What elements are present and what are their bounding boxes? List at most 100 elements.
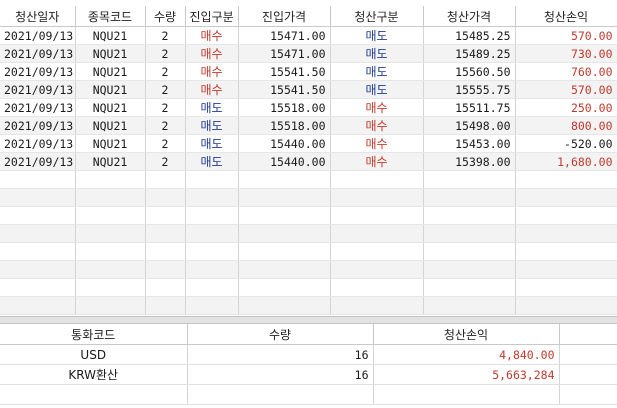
empty-cell [515,224,617,243]
cell-exit-price: 15398.00 [423,152,516,171]
cell-exit-side: 매수 [330,98,424,117]
header-summary-qty[interactable]: 수량 [187,324,374,345]
table-row[interactable] [0,260,617,279]
cell-exit-side: 매도 [330,80,424,99]
header-entry-price[interactable]: 진입가격 [238,6,331,27]
empty-cell [330,206,424,225]
summary-grid: 통화코드 수량 청산손익 USD 16 4,840.00 KRW환산 16 5,663,2… [0,324,617,405]
table-row[interactable]: 2021/09/13 NQU21 2 매도 15440.00 매수 15453.00 -520… [0,134,617,153]
cell-date: 2021/09/13 [0,62,76,81]
trades-grid: 청산일자 종목코드 수량 진입구분 진입가격 청산구분 청산가격 청산손익 20… [0,6,617,315]
empty-cell [75,278,146,297]
summary-cell-pnl: 4,840.00 [373,344,560,365]
cell-exit-price: 15489.25 [423,44,516,63]
empty-cell [145,260,186,279]
header-entry-side[interactable]: 진입구분 [185,6,239,27]
cell-entry-side: 매도 [185,116,239,135]
empty-cell [423,188,516,207]
cell-exit-side: 매수 [330,134,424,153]
cell-qty: 2 [145,98,186,117]
empty-cell [75,260,146,279]
header-symbol[interactable]: 종목코드 [75,6,146,27]
header-qty[interactable]: 수량 [145,6,186,27]
empty-cell [238,206,331,225]
splitter-bar[interactable] [0,316,617,324]
empty-cell [515,188,617,207]
empty-cell [185,242,239,261]
empty-cell [185,296,239,315]
cell-code: NQU21 [75,134,146,153]
table-row[interactable] [0,296,617,315]
empty-cell [559,384,617,405]
empty-cell [0,170,76,189]
cell-date: 2021/09/13 [0,134,76,153]
cell-entry-side: 매도 [185,152,239,171]
cell-exit-price: 15498.00 [423,116,516,135]
summary-cell-pnl: 5,663,284 [373,364,560,385]
summary-cell-currency: USD [0,344,188,365]
table-row[interactable] [0,170,617,189]
table-row[interactable] [0,278,617,297]
trades-body: 2021/09/13 NQU21 2 매수 15471.00 매도 15485.25 570.… [0,26,617,315]
cell-code: NQU21 [75,80,146,99]
table-row[interactable]: 2021/09/13 NQU21 2 매도 15440.00 매수 15398.00 1,68… [0,152,617,171]
empty-cell [185,206,239,225]
cell-code: NQU21 [75,116,146,135]
empty-cell [185,260,239,279]
empty-cell [423,296,516,315]
table-row[interactable]: 2021/09/13 NQU21 2 매수 15541.50 매도 15555.75 570.… [0,80,617,99]
cell-exit-side: 매도 [330,44,424,63]
table-row[interactable] [0,188,617,207]
cell-date: 2021/09/13 [0,98,76,117]
cell-entry-price: 15440.00 [238,152,331,171]
cell-exit-side: 매도 [330,26,424,45]
cell-entry-side: 매수 [185,62,239,81]
header-pnl[interactable]: 청산손익 [515,6,617,27]
header-close-date[interactable]: 청산일자 [0,6,76,27]
empty-cell [330,188,424,207]
header-filler [559,324,617,345]
empty-cell [515,242,617,261]
table-row[interactable]: 2021/09/13 NQU21 2 매도 15518.00 매수 15498.00 800.… [0,116,617,135]
header-exit-price[interactable]: 청산가격 [423,6,516,27]
table-row[interactable]: 2021/09/13 NQU21 2 매수 15541.50 매도 15560.50 760.… [0,62,617,81]
empty-cell [75,170,146,189]
empty-cell [145,296,186,315]
empty-cell [515,278,617,297]
table-row[interactable]: 2021/09/13 NQU21 2 매수 15471.00 매도 15485.25 570.… [0,26,617,45]
cell-date: 2021/09/13 [0,152,76,171]
cell-exit-price: 15560.50 [423,62,516,81]
cell-pnl: 570.00 [515,26,617,45]
table-row[interactable] [0,242,617,261]
empty-cell [145,206,186,225]
table-row[interactable]: 2021/09/13 NQU21 2 매수 15471.00 매도 15489.25 730.… [0,44,617,63]
table-row[interactable] [0,224,617,243]
empty-cell [145,224,186,243]
cell-exit-price: 15485.25 [423,26,516,45]
cell-code: NQU21 [75,98,146,117]
cell-pnl: 730.00 [515,44,617,63]
summary-row[interactable]: KRW환산 16 5,663,284 [0,364,617,385]
cell-code: NQU21 [75,152,146,171]
empty-cell [423,242,516,261]
cell-qty: 2 [145,26,186,45]
empty-cell [238,188,331,207]
summary-row[interactable] [0,384,617,405]
table-row[interactable]: 2021/09/13 NQU21 2 매도 15518.00 매수 15511.75 250.… [0,98,617,117]
header-exit-side[interactable]: 청산구분 [330,6,424,27]
empty-cell [423,170,516,189]
table-row[interactable] [0,206,617,225]
empty-cell [185,188,239,207]
header-currency[interactable]: 통화코드 [0,324,188,345]
empty-cell [515,170,617,189]
empty-cell [423,206,516,225]
summary-row[interactable]: USD 16 4,840.00 [0,344,617,365]
empty-cell [145,242,186,261]
settlement-window: 청산일자 종목코드 수량 진입구분 진입가격 청산구분 청산가격 청산손익 20… [0,0,617,408]
cell-pnl: 250.00 [515,98,617,117]
header-summary-pnl[interactable]: 청산손익 [373,324,560,345]
cell-date: 2021/09/13 [0,116,76,135]
cell-qty: 2 [145,80,186,99]
cell-entry-side: 매도 [185,98,239,117]
empty-cell [185,170,239,189]
